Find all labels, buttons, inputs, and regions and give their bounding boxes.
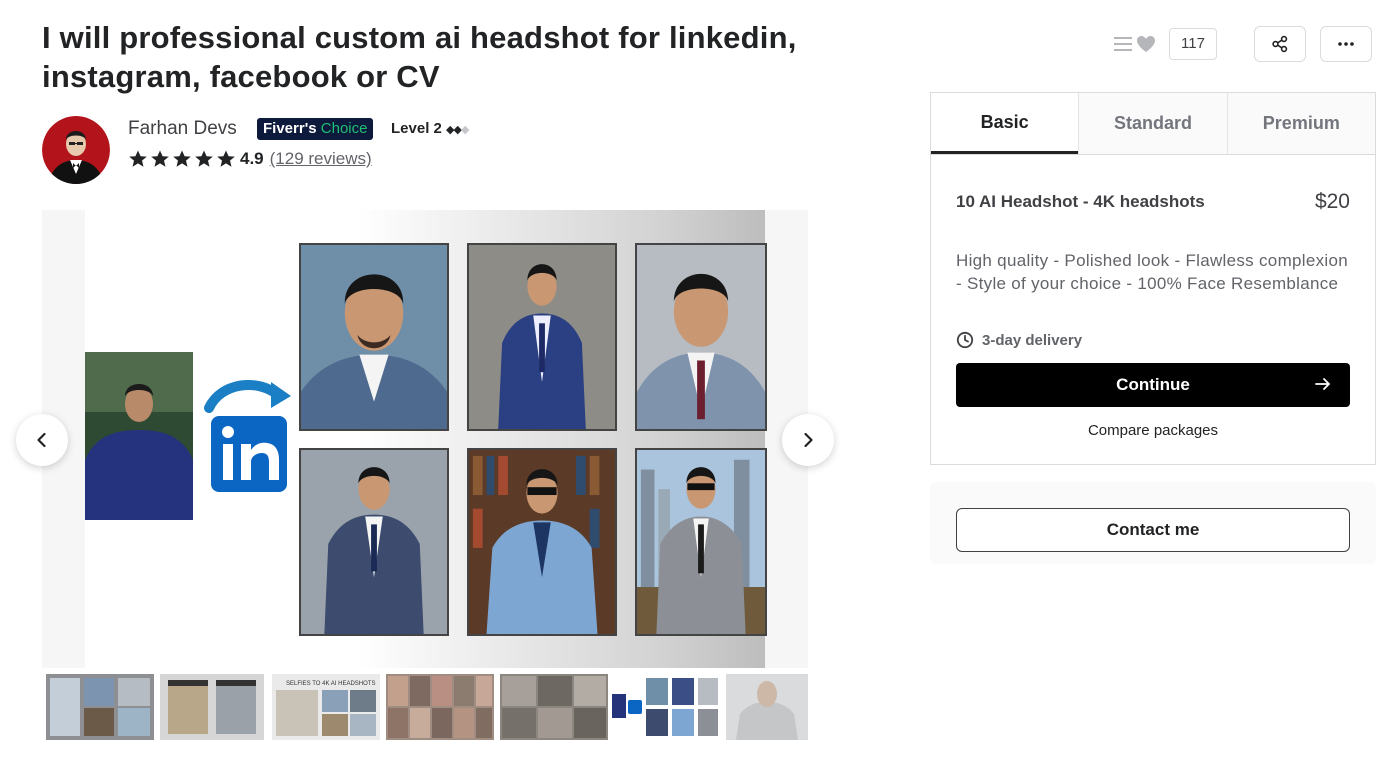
star-icon: [217, 150, 235, 167]
rating-score: 4.9: [240, 149, 264, 168]
chevron-left-icon: [37, 432, 46, 448]
star-icon: [129, 150, 147, 167]
gallery-thumbnails: SELFIES TO 4K AI HEADSHOTS: [46, 674, 808, 740]
clock-icon: [956, 331, 974, 349]
contact-me-button[interactable]: Contact me: [956, 508, 1350, 552]
compare-packages-link[interactable]: Compare packages: [931, 422, 1375, 439]
tab-standard[interactable]: Standard: [1078, 93, 1227, 154]
tab-basic[interactable]: Basic: [931, 93, 1079, 154]
linkedin-logo-icon: [201, 378, 293, 496]
level-diamond-empty-icon: ◆: [460, 124, 470, 136]
package-description: High quality - Polished look - Flawless …: [956, 251, 1348, 293]
gallery-thumbnail[interactable]: [160, 674, 264, 740]
seller-level: Level 2 ◆◆◆: [391, 120, 470, 137]
star-icon: [151, 150, 169, 167]
gallery-thumbnail[interactable]: [46, 674, 154, 740]
list-icon[interactable]: [1113, 35, 1133, 53]
continue-label: Continue: [1116, 375, 1190, 394]
heart-icon[interactable]: [1136, 35, 1156, 53]
gallery-thumbnail[interactable]: [386, 674, 494, 740]
share-button[interactable]: [1254, 26, 1306, 62]
contact-card: Contact me: [930, 482, 1376, 564]
headshot-photo: [467, 243, 617, 431]
gig-title: I will professional custom ai headshot f…: [42, 20, 797, 94]
chevron-right-icon: [804, 432, 813, 448]
package-price: $20: [1314, 190, 1350, 213]
seller-info: Farhan Devs Fiverr's Choice Level 2 ◆◆◆ …: [42, 116, 642, 184]
thumbnail-caption: SELFIES TO 4K AI HEADSHOTS: [286, 681, 375, 687]
headshot-photo: [299, 243, 449, 431]
gallery-thumbnail[interactable]: SELFIES TO 4K AI HEADSHOTS: [272, 674, 380, 740]
rating-row: 4.9 (129 reviews): [128, 148, 372, 170]
gallery-main-image[interactable]: [85, 210, 767, 668]
package-title: 10 AI Headshot - 4K headshots: [956, 192, 1205, 211]
more-options-button[interactable]: [1320, 26, 1372, 62]
continue-button[interactable]: Continue: [956, 363, 1350, 407]
rating-stars: [128, 149, 236, 169]
headshot-photo: [299, 448, 449, 636]
star-icon: [195, 150, 213, 167]
headshot-photo: [635, 448, 767, 636]
gallery-next-button[interactable]: [782, 414, 834, 466]
badge-text-brand: Fiverr's: [263, 120, 317, 137]
selfie-photo: [85, 352, 193, 520]
gig-actions: 117: [1096, 26, 1376, 62]
badge-text-choice: Choice: [320, 120, 368, 137]
gallery-thumbnail-active[interactable]: [612, 674, 720, 740]
reviews-link[interactable]: (129 reviews): [270, 149, 372, 169]
fiverrs-choice-badge: Fiverr's Choice: [257, 118, 374, 140]
package-card: Basic Standard Premium 10 AI Headshot - …: [930, 92, 1376, 465]
more-icon: [1338, 42, 1354, 46]
delivery-time: 3-day delivery: [956, 331, 1082, 349]
level-diamond-icon: ◆: [446, 124, 455, 136]
gallery-thumbnail[interactable]: [500, 674, 608, 740]
share-icon: [1272, 35, 1288, 53]
gig-gallery: [42, 210, 808, 668]
delivery-label: 3-day delivery: [982, 331, 1083, 349]
package-tabs: Basic Standard Premium: [931, 93, 1375, 155]
seller-avatar[interactable]: [42, 116, 110, 184]
star-icon: [173, 150, 191, 167]
headshot-photo: [635, 243, 767, 431]
headshot-photo: [467, 448, 617, 636]
gallery-prev-button[interactable]: [16, 414, 68, 466]
package-body: 10 AI Headshot - 4K headshots $20 High q…: [931, 155, 1375, 465]
arrow-right-icon: [1315, 378, 1330, 390]
tab-premium[interactable]: Premium: [1226, 93, 1375, 154]
save-count: 117: [1169, 28, 1217, 60]
gallery-thumbnail[interactable]: [726, 674, 808, 740]
level-diamond-icon: ◆: [453, 124, 463, 136]
seller-level-label: Level 2: [391, 120, 442, 137]
seller-name[interactable]: Farhan Devs: [128, 118, 237, 140]
